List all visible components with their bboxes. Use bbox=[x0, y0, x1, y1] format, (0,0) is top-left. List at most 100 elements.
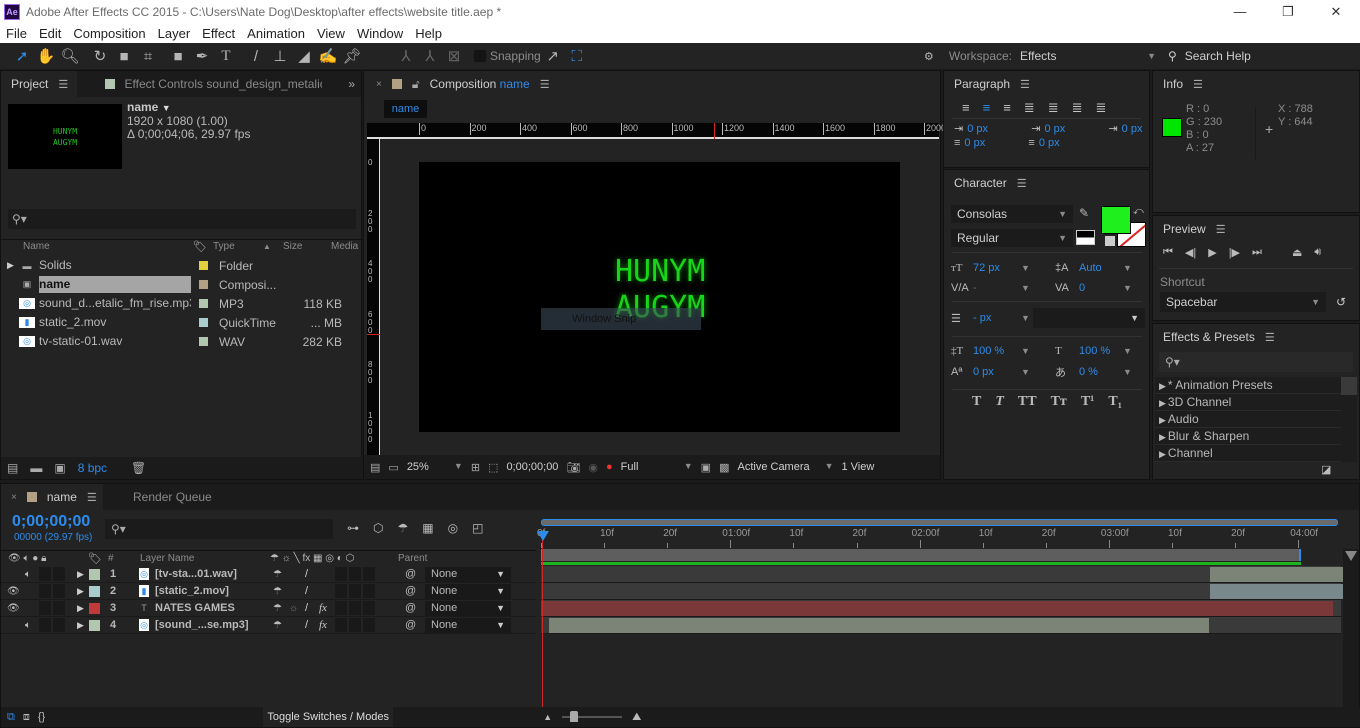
comp-mini-flowchart-icon[interactable]: ⊶ bbox=[347, 521, 359, 535]
comp-flow-tab[interactable]: name bbox=[384, 100, 427, 118]
current-time-display[interactable]: 0;00;00;00 bbox=[506, 461, 558, 473]
audio-speaker-icon[interactable]: 🔈︎ bbox=[25, 569, 39, 580]
panel-menu-icon[interactable]: ☰ bbox=[1216, 223, 1226, 236]
label-column-icon[interactable]: 🏷︎ bbox=[88, 552, 108, 565]
playhead-icon[interactable] bbox=[537, 531, 549, 541]
leading-dropdown-icon[interactable]: ▼ bbox=[1123, 263, 1132, 273]
effects-scrollbar[interactable] bbox=[1341, 377, 1357, 462]
horizontal-scale-field[interactable]: 100 % bbox=[1079, 345, 1123, 357]
justify-last-right-icon[interactable]: ≣ bbox=[1072, 100, 1083, 116]
layer-search-input[interactable]: ⚲▾ bbox=[105, 519, 333, 539]
space-before-field[interactable]: 0 px bbox=[964, 137, 1024, 149]
tsume-dropdown-icon[interactable]: ▼ bbox=[1123, 367, 1132, 377]
pan-behind-tool-icon[interactable]: ⌗ bbox=[136, 44, 160, 68]
faux-bold-button[interactable]: T bbox=[972, 394, 981, 410]
trash-icon[interactable]: 🗑︎ bbox=[131, 461, 146, 475]
effects-category[interactable]: ▶ * Animation Presets bbox=[1155, 377, 1341, 394]
close-tab-icon[interactable]: × bbox=[11, 492, 17, 503]
panel-menu-icon[interactable]: ☰ bbox=[87, 491, 97, 504]
menu-composition[interactable]: Composition bbox=[67, 26, 151, 41]
resolution-dropdown[interactable]: Full ▼ bbox=[621, 461, 693, 473]
bit-depth-button[interactable]: 8 bpc bbox=[78, 461, 107, 475]
tsume-field[interactable]: 0 % bbox=[1079, 366, 1123, 378]
visibility-eye-icon[interactable]: 👁︎ bbox=[7, 586, 25, 597]
baseline-shift-field[interactable]: 0 px bbox=[973, 366, 1021, 378]
pickwhip-icon[interactable]: @ bbox=[405, 619, 425, 631]
title-action-safe-icon[interactable]: ⊞ bbox=[471, 461, 480, 474]
expand-arrow-icon[interactable]: ▶ bbox=[77, 586, 89, 597]
effect-switch[interactable]: fx bbox=[319, 602, 335, 614]
column-media[interactable]: Media bbox=[331, 241, 358, 252]
pickwhip-icon[interactable]: @ bbox=[405, 568, 425, 580]
frame-blend-switch[interactable] bbox=[335, 584, 347, 598]
workspace-icon[interactable]: ⚙ bbox=[917, 44, 941, 68]
project-item[interactable]: ◎ sound_d...etalic_fm_rise.mp3 MP3 118 KB bbox=[1, 294, 363, 313]
minimize-button[interactable]: — bbox=[1216, 0, 1264, 23]
horizontal-scale-dropdown-icon[interactable]: ▼ bbox=[1123, 346, 1132, 356]
effect-switch[interactable]: fx bbox=[319, 619, 335, 631]
vertical-ruler[interactable]: 0 200 400 600 800 1000 bbox=[367, 139, 380, 457]
layer-duration-bar[interactable] bbox=[541, 600, 1341, 617]
local-axis-icon[interactable]: ⅄ bbox=[394, 44, 418, 68]
font-family-dropdown[interactable]: Consolas ▼ bbox=[951, 205, 1073, 223]
tab-timeline-name[interactable]: × name ☰ bbox=[1, 484, 103, 510]
menu-edit[interactable]: Edit bbox=[33, 26, 67, 41]
frame-blending-icon[interactable]: ▦ bbox=[422, 521, 433, 535]
workspace-dropdown[interactable]: Effects ▼ bbox=[1020, 49, 1156, 63]
menu-animation[interactable]: Animation bbox=[241, 26, 311, 41]
zoom-tool-icon[interactable]: 🔍︎ bbox=[58, 44, 82, 68]
layer-name[interactable]: [sound_...se.mp3] bbox=[155, 619, 273, 631]
camera-view-dropdown[interactable]: Active Camera ▼ bbox=[737, 461, 833, 473]
magnification-dropdown[interactable]: 25% ▼ bbox=[407, 461, 463, 473]
font-size-field[interactable]: 72 px bbox=[973, 262, 1021, 274]
column-layer-name[interactable]: Layer Name bbox=[140, 553, 270, 564]
panel-menu-icon[interactable]: ☰ bbox=[58, 78, 68, 91]
default-colors-icon[interactable] bbox=[1076, 230, 1095, 245]
expand-arrow-icon[interactable]: ▶ bbox=[1159, 432, 1166, 442]
effects-category[interactable]: ▶ Audio bbox=[1155, 411, 1341, 428]
reset-icon[interactable]: ↺ bbox=[1336, 295, 1346, 309]
shy-layers-icon[interactable]: ☂ bbox=[397, 521, 408, 535]
shy-switch-icon[interactable]: ☂ bbox=[273, 586, 289, 597]
collapse-switch[interactable]: ☼ bbox=[289, 603, 305, 614]
new-folder-icon[interactable]: ▬ bbox=[30, 461, 42, 475]
last-frame-icon[interactable]: ⏭ bbox=[1252, 246, 1262, 259]
graph-editor-icon[interactable]: ◰ bbox=[472, 521, 483, 535]
indent-right-field[interactable]: 0 px bbox=[1122, 123, 1143, 135]
stroke-width-dropdown-icon[interactable]: ▼ bbox=[1021, 313, 1033, 323]
frame-blend-switch[interactable] bbox=[335, 618, 347, 632]
column-parent[interactable]: Parent bbox=[398, 553, 427, 564]
justify-all-icon[interactable]: ≣ bbox=[1096, 100, 1107, 116]
close-tab-icon[interactable]: × bbox=[376, 79, 382, 90]
subscript-button[interactable]: T₁ bbox=[1108, 394, 1122, 410]
motion-blur-icon[interactable]: ◎ bbox=[448, 521, 458, 535]
tab-effect-controls[interactable]: Effect Controls sound_design_metalic_ bbox=[77, 71, 322, 97]
layer-row[interactable]: 🔈︎ ▶ 1 ◎ [tv-sta...01.wav] ☂ / @ None ▼ bbox=[1, 566, 536, 583]
layer-bar[interactable] bbox=[541, 601, 1333, 616]
work-area-navigator[interactable] bbox=[541, 519, 1338, 526]
effects-category[interactable]: ▶ Blur & Sharpen bbox=[1155, 428, 1341, 445]
item-label-swatch[interactable] bbox=[199, 261, 208, 270]
solo-toggle[interactable] bbox=[39, 584, 51, 598]
justify-last-left-icon[interactable]: ≣ bbox=[1024, 100, 1035, 116]
item-label-swatch[interactable] bbox=[199, 280, 208, 289]
no-fill-icon[interactable] bbox=[1105, 236, 1115, 246]
quality-switch-icon[interactable]: / bbox=[305, 619, 319, 631]
rectangle-tool-icon[interactable]: ■ bbox=[166, 44, 190, 68]
toggle-switches-modes-button[interactable]: Toggle Switches / Modes bbox=[263, 707, 394, 727]
lock-toggle[interactable] bbox=[53, 567, 65, 581]
parent-dropdown[interactable]: None ▼ bbox=[425, 617, 511, 633]
zoom-out-icon[interactable]: ▲ bbox=[543, 712, 552, 722]
shy-switch-icon[interactable]: ☂ bbox=[273, 620, 289, 631]
zoom-in-icon[interactable]: ⛰ bbox=[632, 711, 641, 724]
previous-frame-icon[interactable]: ◀| bbox=[1185, 246, 1196, 259]
project-item[interactable]: ▣ name Composi... bbox=[1, 275, 363, 294]
maximize-button[interactable]: ❐ bbox=[1264, 0, 1312, 23]
adjustment-switch[interactable] bbox=[363, 601, 375, 615]
motion-blur-switch[interactable] bbox=[349, 584, 361, 598]
menu-file[interactable]: File bbox=[0, 26, 33, 41]
space-after-field[interactable]: 0 px bbox=[1039, 137, 1060, 149]
leading-field[interactable]: Auto bbox=[1079, 262, 1123, 274]
visibility-eye-icon[interactable]: 👁︎ bbox=[7, 603, 25, 614]
lock-icon[interactable]: 🔓︎ bbox=[412, 77, 420, 92]
